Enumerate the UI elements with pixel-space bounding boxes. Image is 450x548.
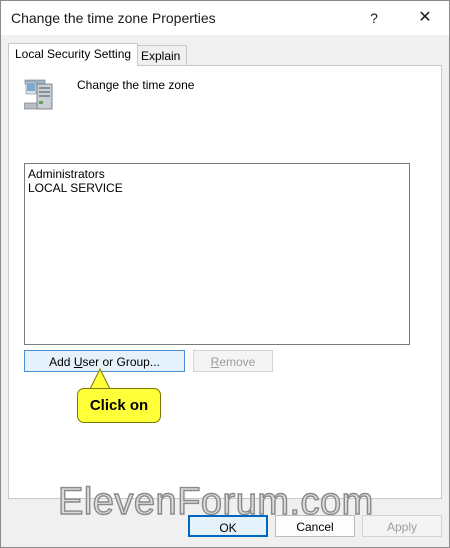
window-title: Change the time zone Properties — [11, 10, 216, 26]
close-button[interactable]: ✕ — [405, 1, 445, 35]
callout-pointer-icon — [89, 368, 111, 390]
tab-local-security-setting[interactable]: Local Security Setting — [8, 43, 139, 66]
add-button-suffix: ser or Group... — [82, 355, 160, 369]
help-button[interactable]: ? — [359, 1, 389, 35]
server-computer-icon — [24, 79, 53, 110]
members-list[interactable]: Administrators LOCAL SERVICE — [24, 163, 410, 345]
click-on-callout: Click on — [77, 388, 161, 423]
list-item[interactable]: LOCAL SERVICE — [25, 181, 409, 195]
add-button-prefix: Add — [49, 355, 74, 369]
remove-button-suffix: emove — [219, 355, 256, 369]
title-bar: Change the time zone Properties ? ✕ — [1, 1, 449, 35]
policy-name: Change the time zone — [77, 78, 195, 92]
remove-button-mnemonic: R — [210, 355, 220, 369]
ok-button[interactable]: OK — [188, 515, 268, 537]
remove-button[interactable]: Remove — [193, 350, 273, 372]
tab-explain[interactable]: Explain — [134, 45, 188, 66]
apply-button[interactable]: Apply — [362, 515, 442, 537]
cancel-button[interactable]: Cancel — [275, 515, 355, 537]
list-item[interactable]: Administrators — [25, 167, 409, 181]
